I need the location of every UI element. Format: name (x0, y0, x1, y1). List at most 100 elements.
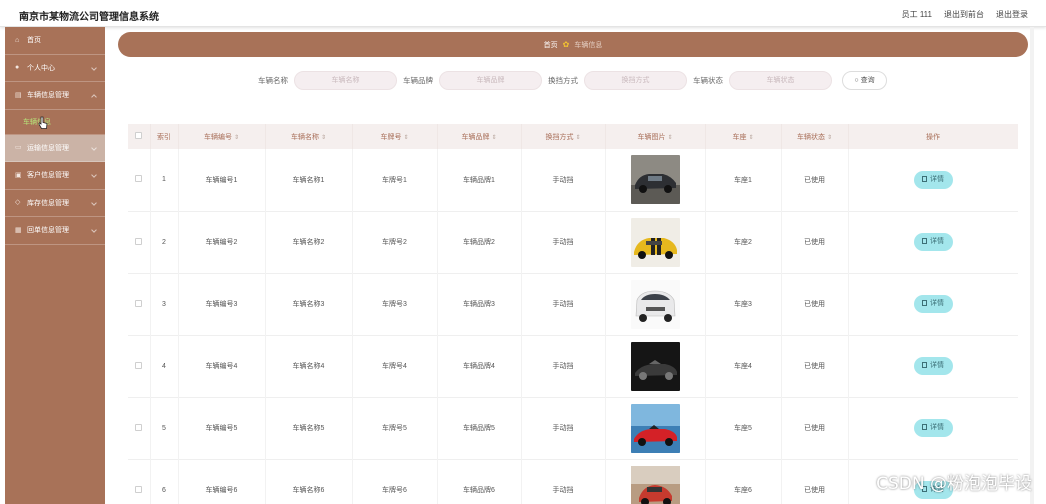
sort-icon: ⇕ (320, 134, 327, 141)
back-to-front-link[interactable]: 退出到前台 (944, 9, 984, 20)
receipt-icon: ▦ (15, 226, 22, 234)
vehicle-name-input[interactable]: 车辆名称 (294, 71, 397, 90)
sidebar-subitem-vehicle-info[interactable]: 车辆信息 (5, 110, 105, 135)
detail-button-label: 详情 (930, 362, 944, 369)
vehicle-image[interactable] (630, 155, 680, 205)
cell-seat: 车座3 (705, 273, 782, 335)
sidebar-item-home[interactable]: ⌂ 首页 (5, 27, 105, 55)
sort-icon: ⇕ (748, 134, 754, 141)
col-status[interactable]: 车辆状态 ⇕ (781, 124, 849, 149)
table-header-row: 索引 车辆编号 ⇕ 车辆名称 ⇕ 车牌号 ⇕ 车辆品牌 ⇕ 换挡方式 ⇕ 车辆图片 ⇕ 车座… (128, 124, 1018, 149)
col-vehicle-name[interactable]: 车辆名称 ⇕ (265, 124, 353, 149)
cell-vehicle-name: 车辆名称3 (265, 273, 353, 335)
row-checkbox[interactable] (128, 335, 151, 397)
vehicle-image[interactable] (630, 341, 680, 391)
watermark: CSDN @粉泡泡毕设 (876, 474, 1032, 494)
cell-plate: 车牌号5 (352, 397, 438, 459)
sort-icon: ⇕ (575, 134, 581, 141)
row-checkbox[interactable] (128, 149, 151, 211)
breadcrumb-home-link[interactable]: 首页 (544, 40, 558, 50)
col-gear[interactable]: 换挡方式 ⇕ (521, 124, 606, 149)
col-vehicle-code[interactable]: 车辆编号 ⇕ (178, 124, 266, 149)
gear-type-input[interactable]: 换挡方式 (584, 71, 687, 90)
cell-image (605, 335, 706, 397)
sidebar-item-vehicle-management[interactable]: ▤ 车辆信息管理 (5, 82, 105, 110)
page-scrollbar[interactable] (1030, 27, 1034, 504)
sidebar-item-label: 回单信息管理 (27, 227, 69, 235)
cell-actions: 详情 (848, 397, 1018, 459)
cell-vehicle-code: 车辆编号2 (178, 211, 266, 273)
sidebar: ⌂ 首页 ● 个人中心 ▤ 车辆信息管理 车辆信息 ▭ 运输信息管理 ▣ 客户信… (5, 27, 105, 504)
cell-plate: 车牌号6 (352, 459, 438, 504)
col-image[interactable]: 车辆图片 ⇕ (605, 124, 706, 149)
home-icon: ⌂ (15, 36, 20, 44)
cell-actions: 详情 (848, 273, 1018, 335)
detail-button[interactable]: 详情 (913, 295, 953, 313)
select-all-checkbox[interactable] (128, 124, 151, 149)
cell-status: 已使用 (781, 149, 849, 211)
cell-index: 5 (150, 397, 179, 459)
top-header: 南京市某物流公司管理信息系统 员工 111 退出到前台 退出登录 (0, 0, 1046, 27)
breadcrumb: 首页 ✿ 车辆信息 (118, 32, 1028, 57)
search-label-status: 车辆状态 (693, 76, 723, 85)
cell-image (605, 211, 706, 273)
vehicle-image[interactable] (630, 217, 680, 267)
cell-vehicle-code: 车辆编号1 (178, 149, 266, 211)
col-plate[interactable]: 车牌号 ⇕ (352, 124, 438, 149)
vehicle-brand-input[interactable]: 车辆品牌 (439, 71, 542, 90)
search-bar: 车辆名称 车辆名称 车辆品牌 车辆品牌 换挡方式 换挡方式 车辆状态 车辆状态 … (258, 71, 887, 90)
cell-brand: 车辆品牌5 (437, 397, 522, 459)
chevron-down-icon (91, 227, 97, 233)
vehicle-table: 索引 车辆编号 ⇕ 车辆名称 ⇕ 车牌号 ⇕ 车辆品牌 ⇕ 换挡方式 ⇕ 车辆图片 ⇕ 车座… (128, 124, 1018, 504)
logout-link[interactable]: 退出登录 (996, 9, 1028, 20)
sidebar-item-label: 运输信息管理 (27, 144, 69, 152)
detail-button[interactable]: 详情 (913, 233, 953, 251)
row-checkbox[interactable] (128, 459, 151, 504)
cell-status: 已使用 (781, 459, 849, 504)
cell-gear: 手动挡 (521, 397, 606, 459)
header-actions: 员工 111 退出到前台 退出登录 (902, 9, 1028, 20)
vehicle-image[interactable] (630, 403, 680, 453)
detail-button-label: 详情 (930, 238, 944, 245)
detail-button[interactable]: 详情 (913, 170, 953, 189)
detail-button[interactable]: 详情 (913, 357, 953, 375)
sidebar-item-profile[interactable]: ● 个人中心 (5, 55, 105, 82)
cell-actions: 详情 (848, 149, 1018, 211)
table-row: 3 车辆编号3 车辆名称3 车牌号3 车辆品牌3 手动挡 车座3 已使用 详情 (128, 273, 1018, 335)
col-seat[interactable]: 车座 ⇕ (705, 124, 782, 149)
detail-button[interactable]: 详情 (913, 419, 953, 437)
chevron-up-icon (91, 94, 97, 100)
cell-status: 已使用 (781, 211, 849, 273)
vehicle-image[interactable] (630, 279, 680, 329)
sidebar-item-inventory-management[interactable]: ◇ 库存信息管理 (5, 190, 105, 217)
sidebar-item-transport-management[interactable]: ▭ 运输信息管理 (5, 134, 105, 162)
row-checkbox[interactable] (128, 273, 151, 335)
hand-cursor-icon (38, 116, 48, 129)
cell-gear: 手动挡 (521, 459, 606, 504)
cell-image (605, 149, 706, 211)
customer-icon: ▣ (15, 171, 22, 179)
row-checkbox[interactable] (128, 397, 151, 459)
cell-seat: 车座2 (705, 211, 782, 273)
sidebar-item-receipt-management[interactable]: ▦ 回单信息管理 (5, 217, 105, 245)
sidebar-item-label: 库存信息管理 (27, 199, 69, 207)
user-icon: ● (15, 64, 20, 72)
sort-icon: ⇕ (667, 134, 673, 141)
cell-actions: 详情 (848, 211, 1018, 273)
row-checkbox[interactable] (128, 211, 151, 273)
cell-index: 2 (150, 211, 179, 273)
sidebar-item-customer-management[interactable]: ▣ 客户信息管理 (5, 162, 105, 190)
table-row: 2 车辆编号2 车辆名称2 车牌号2 车辆品牌2 手动挡 车座2 已使用 详情 (128, 211, 1018, 273)
cell-vehicle-code: 车辆编号3 (178, 273, 266, 335)
col-brand[interactable]: 车辆品牌 ⇕ (437, 124, 522, 149)
cell-vehicle-name: 车辆名称1 (265, 149, 353, 211)
cell-vehicle-code: 车辆编号6 (178, 459, 266, 504)
cell-seat: 车座6 (705, 459, 782, 504)
cell-plate: 车牌号3 (352, 273, 438, 335)
vehicle-status-input[interactable]: 车辆状态 (729, 71, 832, 90)
document-icon (922, 238, 927, 244)
query-button[interactable]: ○ 查询 (842, 71, 887, 90)
cell-gear: 手动挡 (521, 335, 606, 397)
vehicle-image[interactable] (630, 465, 680, 504)
cell-index: 3 (150, 273, 179, 335)
